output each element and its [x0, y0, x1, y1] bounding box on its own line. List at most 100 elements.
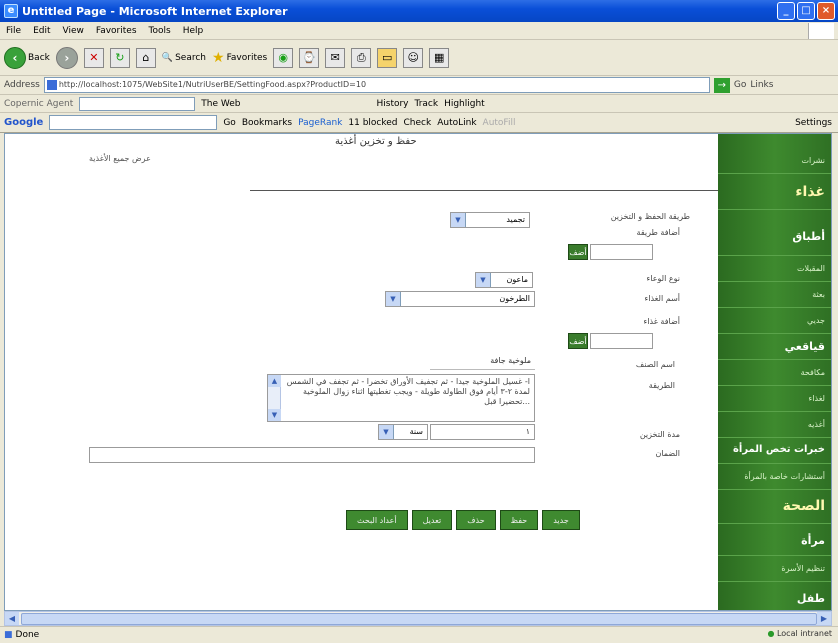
sidebar-item[interactable]: أستشارات خاصة بالمرأة	[718, 464, 831, 490]
sidebar-item[interactable]: تنظيم الأسرة	[718, 556, 831, 582]
go-button[interactable]: →	[713, 77, 730, 93]
track-link[interactable]: Track	[415, 99, 439, 109]
scroll-left-icon[interactable]: ◀	[5, 612, 19, 625]
save-button[interactable]: حفظ	[499, 510, 539, 530]
sidebar-item[interactable]: بعثة	[718, 282, 831, 308]
spellcheck-button[interactable]: Check	[404, 118, 432, 128]
home-button[interactable]: ⌂	[135, 47, 156, 68]
new-button[interactable]: جديد	[542, 510, 580, 530]
google-search-input[interactable]	[49, 115, 218, 130]
menu-favorites[interactable]: Favorites	[96, 26, 137, 36]
sidebar-item[interactable]: جديي	[718, 308, 831, 334]
scroll-down-icon[interactable]: ▼	[268, 409, 281, 421]
menu-bar: File Edit View Favorites Tools Help	[0, 22, 838, 40]
popup-blocked-button[interactable]: 11 blocked	[348, 118, 397, 128]
sidebar-item[interactable]: لغذاء	[718, 386, 831, 412]
status-bar: ■ Done ● Local intranet	[0, 626, 838, 643]
show-all-foods-link[interactable]: عرض جميع الأغذية	[89, 154, 151, 163]
sidebar-item[interactable]: مكافحة	[718, 360, 831, 386]
bookmarks-button[interactable]: Bookmarks	[242, 118, 292, 128]
google-go-button[interactable]: Go	[223, 118, 235, 128]
sidebar-menu: نشرات غذاء أطباق المقبلات بعثة جديي قياق…	[718, 134, 831, 610]
pagerank-button[interactable]: PageRank	[298, 118, 342, 128]
history-link[interactable]: History	[376, 99, 408, 109]
window-title: Untitled Page - Microsoft Internet Explo…	[22, 4, 288, 18]
sidebar-item[interactable]: خبرات تخص المرأة	[718, 438, 831, 464]
mail-button[interactable]: ✉	[325, 47, 346, 68]
scroll-up-icon[interactable]: ▲	[268, 375, 281, 387]
folder-button[interactable]: ▭	[377, 47, 398, 68]
back-to-search-button[interactable]: أعداد البحث	[346, 510, 408, 530]
page-header: حفظ و تخزين أغذية	[335, 136, 417, 147]
textarea-scrollbar[interactable]: ▲ ▼	[268, 375, 281, 421]
add-method-input[interactable]	[590, 244, 653, 260]
menu-help[interactable]: Help	[183, 26, 204, 36]
stop-button[interactable]: ✕	[83, 47, 104, 68]
google-toolbar: Google Go Bookmarks PageRank 11 blocked …	[0, 113, 838, 133]
search-button[interactable]: 🔍 Search	[162, 53, 206, 63]
duration-unit-select[interactable]: ▼ سنة	[378, 424, 428, 440]
sidebar-item[interactable]: مرأة	[718, 524, 831, 556]
sidebar-item[interactable]: نشرات	[718, 134, 831, 174]
delete-button[interactable]: حذف	[456, 510, 496, 530]
top-divider	[250, 190, 720, 191]
messenger-button[interactable]: ☺	[403, 47, 424, 68]
duration-label: مدة التخزين	[639, 430, 680, 439]
scroll-thumb[interactable]	[21, 613, 817, 625]
horizontal-scrollbar[interactable]: ◀ ▶	[4, 611, 832, 626]
sidebar-item[interactable]: قياقعي	[718, 334, 831, 360]
food-name-label: أسم الغذاء	[644, 294, 681, 303]
history-button[interactable]: ⌚	[299, 47, 320, 68]
dish-name-label: اسم الصنف	[635, 360, 675, 369]
method-textarea[interactable]: ▲ ▼ ا- غسيل الملوخية جيدا - ثم تجفيف الأ…	[267, 374, 535, 422]
window-titlebar: e Untitled Page - Microsoft Internet Exp…	[0, 0, 838, 22]
maximize-button[interactable]: □	[797, 2, 815, 20]
dish-name-input[interactable]: ملوخية جافة	[430, 354, 535, 370]
menu-edit[interactable]: Edit	[33, 26, 50, 36]
menu-file[interactable]: File	[6, 26, 21, 36]
page-done-icon: ■	[4, 630, 13, 640]
sidebar-item[interactable]: غذاء	[718, 174, 831, 210]
refresh-button[interactable]: ↻	[109, 47, 130, 68]
research-button[interactable]: ▦	[429, 47, 450, 68]
sidebar-item[interactable]: الصحة	[718, 490, 831, 524]
address-input[interactable]: http://localhost:1075/WebSite1/NutriUser…	[43, 77, 710, 93]
links-label[interactable]: Links	[750, 80, 773, 90]
add-food-label: أضافة غذاء	[643, 317, 680, 326]
autolink-button[interactable]: AutoLink	[437, 118, 476, 128]
settings-button[interactable]: Settings	[795, 118, 832, 128]
add-food-button[interactable]: أضف	[568, 333, 588, 349]
forward-button[interactable]: ›	[55, 46, 78, 69]
edit-button[interactable]: تعديل	[411, 510, 453, 530]
copernic-search-input[interactable]	[79, 96, 196, 111]
chevron-down-icon: ▼	[476, 273, 491, 287]
add-method-button[interactable]: أضف	[568, 244, 588, 260]
storage-method-select[interactable]: ▼ تجميد	[450, 212, 530, 228]
container-type-label: نوع الوعاء	[646, 274, 680, 283]
menu-view[interactable]: View	[63, 26, 84, 36]
minimize-button[interactable]: _	[777, 2, 795, 20]
scroll-right-icon[interactable]: ▶	[817, 612, 831, 625]
print-button[interactable]: ⎙	[351, 47, 372, 68]
notes-input[interactable]	[89, 447, 535, 463]
menu-tools[interactable]: Tools	[149, 26, 171, 36]
google-logo: Google	[4, 117, 44, 128]
notes-label: الضمان	[655, 449, 680, 458]
add-food-input[interactable]	[590, 333, 653, 349]
go-label[interactable]: Go	[734, 80, 746, 90]
container-type-select[interactable]: ▼ ماعون	[475, 272, 533, 288]
sidebar-item[interactable]: المقبلات	[718, 256, 831, 282]
autofill-button[interactable]: AutoFill	[483, 118, 516, 128]
sidebar-item[interactable]: طفل	[718, 582, 831, 610]
action-buttons: أعداد البحث تعديل حذف حفظ جديد	[346, 510, 580, 530]
sidebar-item[interactable]: أغذيه	[718, 412, 831, 438]
duration-input[interactable]: ١	[430, 424, 535, 440]
sidebar-item[interactable]: أطباق	[718, 210, 831, 256]
highlight-link[interactable]: Highlight	[444, 99, 485, 109]
food-name-select[interactable]: ▼ الطرخون	[385, 291, 535, 307]
theweb-dropdown[interactable]: The Web	[201, 99, 240, 109]
media-button[interactable]: ◉	[273, 47, 294, 68]
back-button[interactable]: ‹ Back	[4, 46, 50, 69]
close-button[interactable]: ×	[817, 2, 835, 20]
favorites-button[interactable]: ★ Favorites	[212, 50, 267, 66]
